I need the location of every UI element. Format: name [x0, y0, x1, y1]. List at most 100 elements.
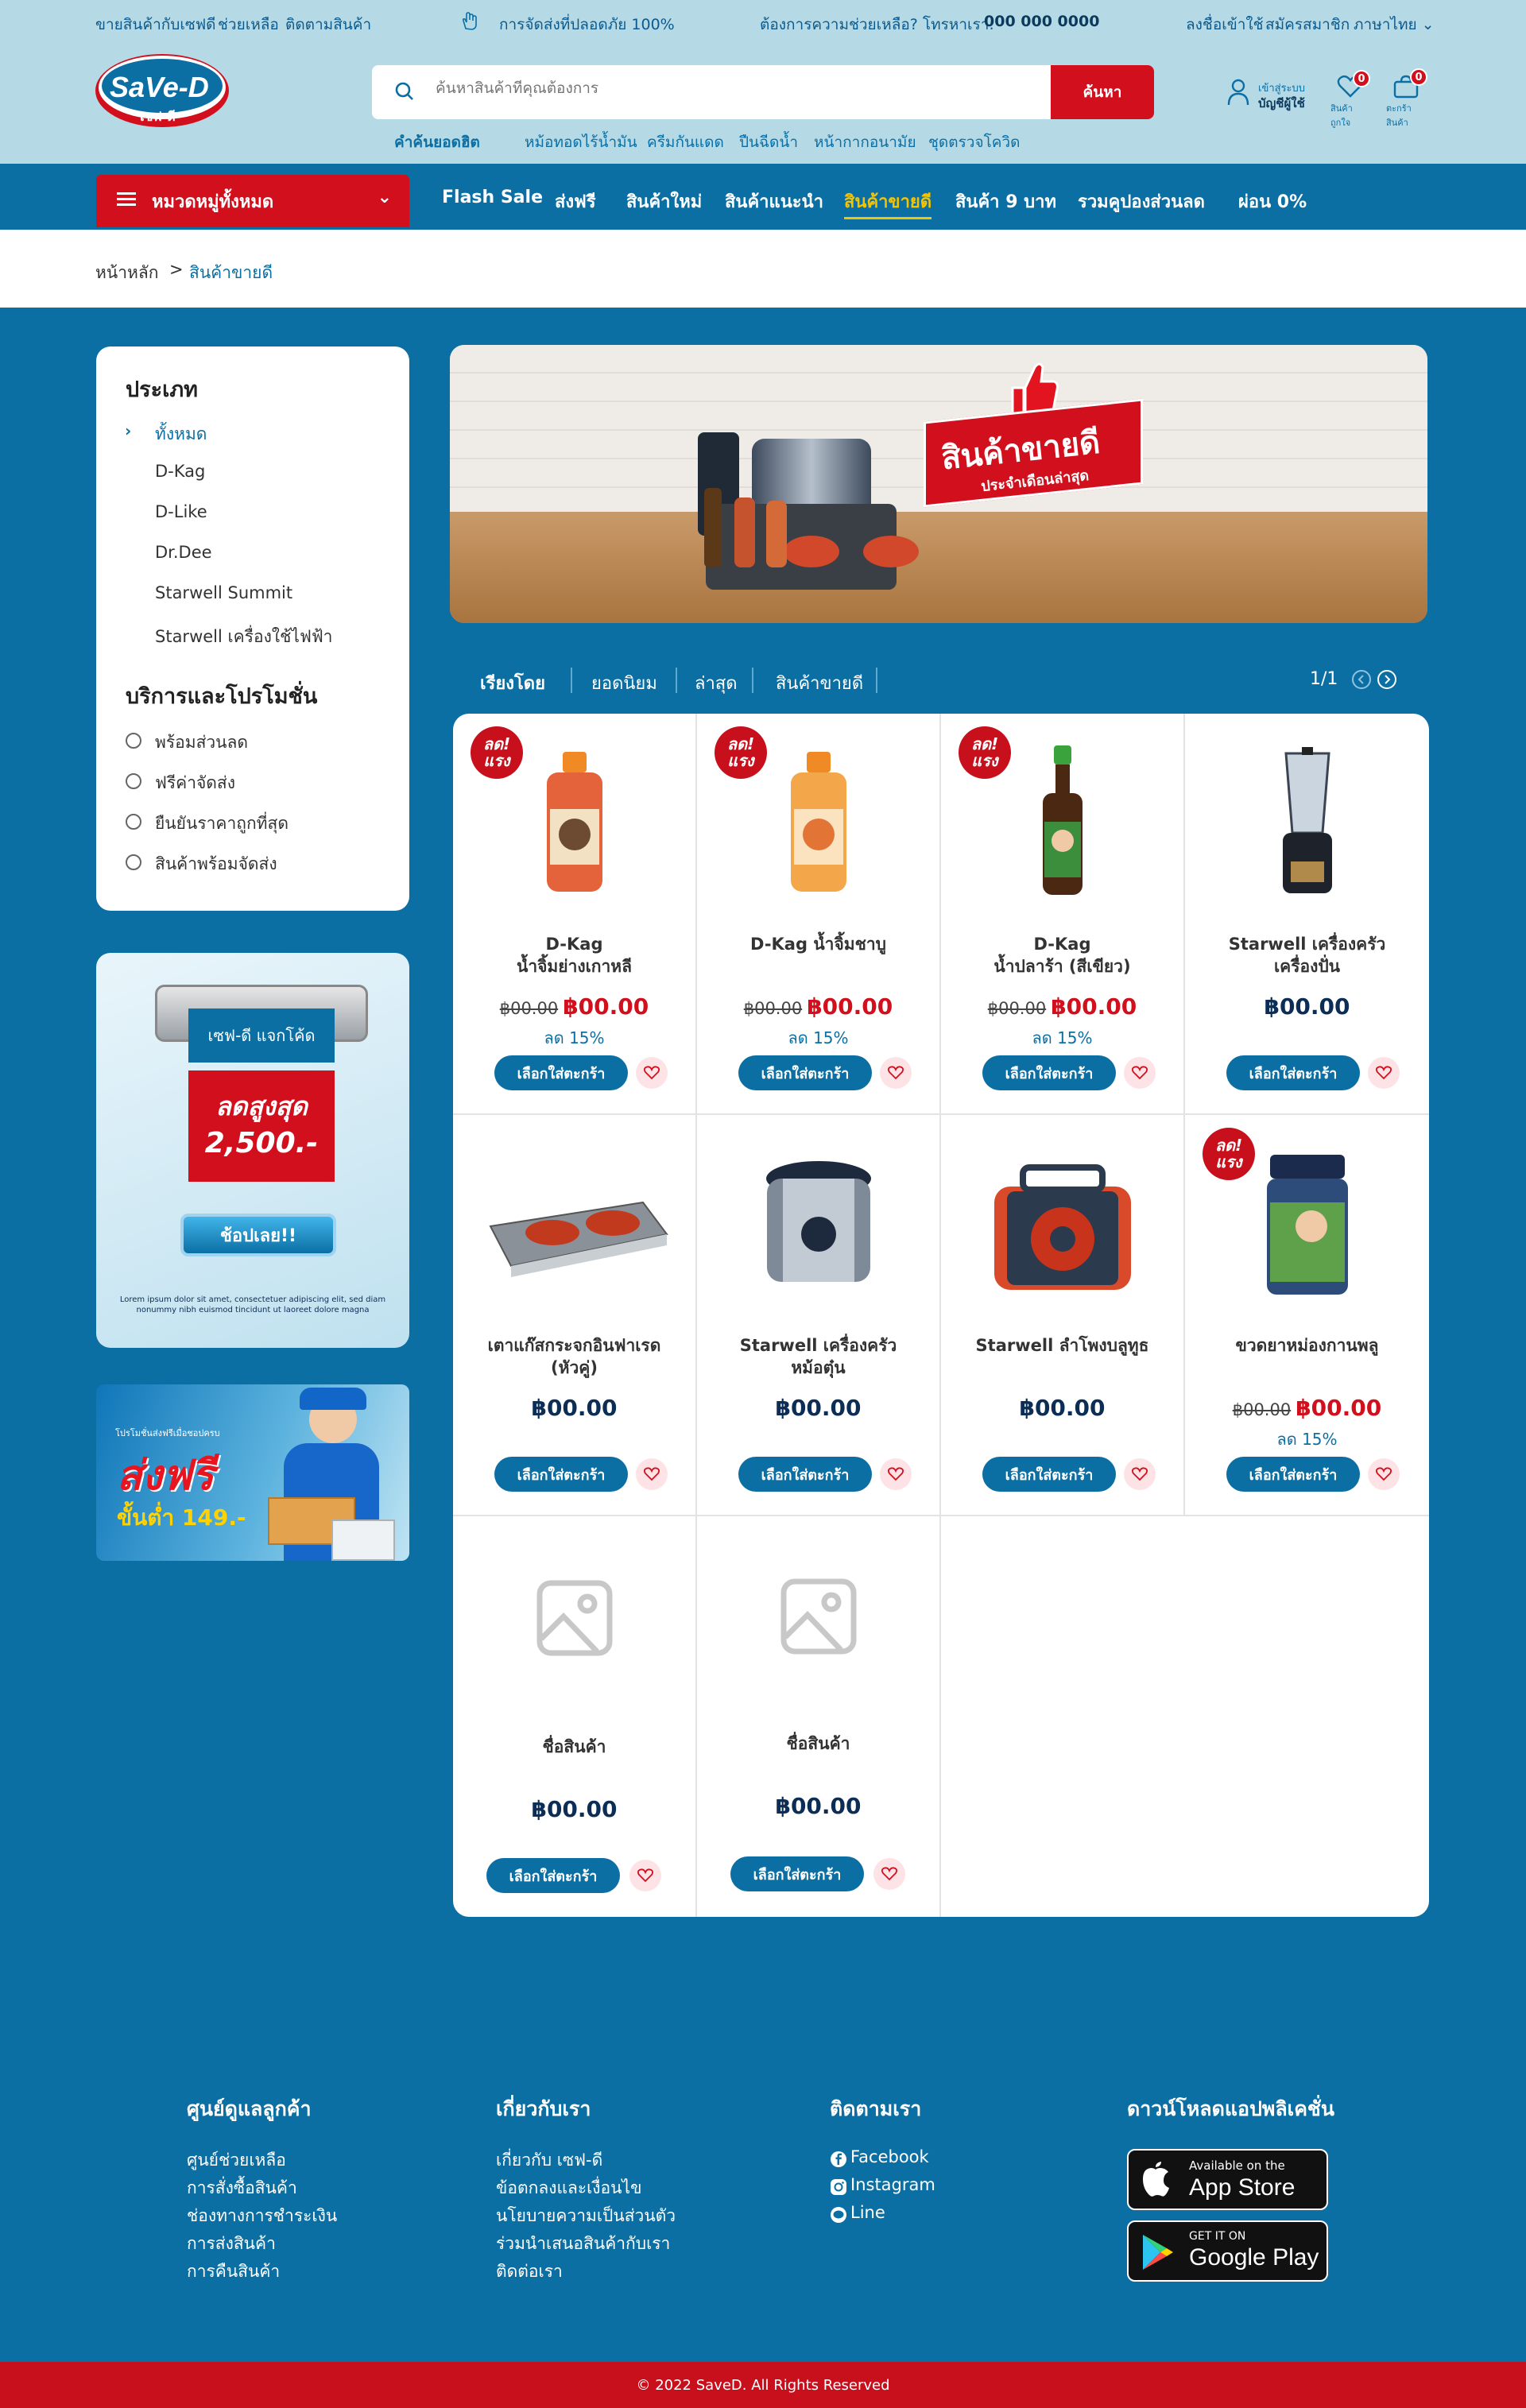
sort-bestseller[interactable]: สินค้าขายดี [776, 669, 863, 697]
heart-icon[interactable] [1124, 1057, 1156, 1089]
type-item[interactable]: Dr.Dee [155, 543, 212, 562]
radio-lowest-price[interactable] [126, 814, 141, 830]
facebook-link[interactable]: Facebook [850, 2147, 929, 2166]
product-card[interactable]: ลด! แรง D-Kag น้ำจิ้มย่างเกาหลี ฿00.00 ฿00… [453, 714, 697, 1115]
logo[interactable]: SaVe-D เซฟ-ดี [94, 49, 230, 129]
footer-link[interactable]: ข้อตกลงและเงื่อนไข [496, 2175, 641, 2201]
track-link[interactable]: ติดตามสินค้า [285, 13, 371, 37]
google-play-button[interactable]: GET IT ON Google Play [1127, 2220, 1328, 2282]
footer-link[interactable]: ช่องทางการชำระเงิน [187, 2203, 337, 2229]
sell-link[interactable]: ขายสินค้ากับเซฟดี [95, 13, 216, 37]
coupon-shop-button[interactable]: ช้อปเลย!! [180, 1214, 336, 1256]
search-input[interactable] [436, 79, 992, 97]
nav-flash-sale[interactable]: Flash Sale [442, 188, 543, 207]
product-card[interactable]: ลด! แรง D-Kag น้ำปลาร้า (สีเขียว) ฿00.00 ฿… [941, 714, 1185, 1115]
add-to-cart-button[interactable]: เลือกใส่ตะกร้า [982, 1055, 1116, 1090]
nav-9baht[interactable]: สินค้า 9 บาท [955, 188, 1056, 215]
footer-link[interactable]: เกี่ยวกับ เซฟ-ดี [496, 2147, 602, 2174]
category-dropdown[interactable]: หมวดหมู่ทั้งหมด ⌄ [96, 175, 409, 227]
heart-icon[interactable] [1368, 1458, 1400, 1490]
next-page-icon[interactable] [1377, 669, 1397, 693]
footer-link[interactable]: นโยบายความเป็นส่วนตัว [496, 2203, 676, 2229]
type-item[interactable]: Starwell เครื่องใช้ไฟฟ้า [155, 624, 332, 650]
promo-item[interactable]: ฟรีค่าจัดส่ง [155, 770, 235, 796]
footer-link[interactable]: การส่งสินค้า [187, 2231, 276, 2257]
hero-banner[interactable]: สินค้าขายดี ประจำเดือนล่าสุด [450, 345, 1427, 623]
help-link[interactable]: ช่วยเหลือ [218, 13, 279, 37]
product-card[interactable]: ลด! แรง D-Kag น้ำจิ้มชาบู ฿00.00 ฿00.00 ล… [697, 714, 941, 1115]
type-item-all[interactable]: ทั้งหมด [155, 421, 207, 447]
breadcrumb-home[interactable]: หน้าหลัก [95, 260, 158, 286]
hot-search-item[interactable]: ปืนฉีดน้ำ [739, 130, 798, 154]
nav-recommended[interactable]: สินค้าแนะนำ [725, 188, 823, 215]
product-card[interactable]: Starwell เครื่องครัว หม้อตุ๋น ฿00.00 เลือ… [697, 1115, 941, 1516]
hot-search-item[interactable]: ชุดตรวจโควิด [928, 130, 1021, 154]
add-to-cart-button[interactable]: เลือกใส่ตะกร้า [982, 1457, 1116, 1492]
nav-coupons[interactable]: รวมคูปองส่วนลด [1078, 188, 1205, 215]
search-button[interactable]: ค้นหา [1051, 65, 1154, 119]
hot-search-item[interactable]: ครีมกันแดด [647, 130, 724, 154]
login-link[interactable]: ลงชื่อเข้าใช้ [1186, 13, 1264, 37]
nav-new[interactable]: สินค้าใหม่ [626, 188, 702, 215]
add-to-cart-button[interactable]: เลือกใส่ตะกร้า [494, 1457, 628, 1492]
add-to-cart-button[interactable]: เลือกใส่ตะกร้า [1226, 1055, 1360, 1090]
add-to-cart-button[interactable]: เลือกใส่ตะกร้า [730, 1856, 864, 1891]
wishlist-button[interactable]: สินค้าถูกใจ 0 [1330, 70, 1370, 128]
type-item[interactable]: D-Like [155, 502, 207, 521]
heart-icon[interactable] [880, 1458, 912, 1490]
add-to-cart-button[interactable]: เลือกใส่ตะกร้า [486, 1858, 620, 1893]
sort-popular[interactable]: ยอดนิยม [591, 669, 657, 697]
heart-icon[interactable] [636, 1458, 668, 1490]
language-select[interactable]: ภาษาไทย ⌄ [1354, 13, 1435, 37]
google-play-icon [1140, 2233, 1175, 2274]
coupon-banner[interactable]: เซฟ-ดี แจกโค้ด ลดสูงสุด 2,500.- ช้อปเลย!… [96, 953, 409, 1348]
footer-link[interactable]: ศูนย์ช่วยเหลือ [187, 2147, 286, 2174]
footer-link[interactable]: การสั่งซื้อสินค้า [187, 2175, 297, 2201]
nav-free-shipping[interactable]: ส่งฟรี [555, 188, 596, 215]
product-card[interactable]: ชื่อสินค้า ฿00.00 เลือกใส่ตะกร้า [453, 1516, 697, 1917]
hot-search-item[interactable]: หม้อทอดไร้น้ำมัน [525, 130, 637, 154]
add-to-cart-button[interactable]: เลือกใส่ตะกร้า [738, 1055, 872, 1090]
image-placeholder-icon [780, 1578, 857, 1658]
hot-search-item[interactable]: หน้ากากอนามัย [814, 130, 916, 154]
footer-link[interactable]: การคืนสินค้า [187, 2259, 280, 2285]
product-card[interactable]: ลด! แรง ขวดยาหม่องกานพลู ฿00.00 ฿00.00 ลด… [1185, 1115, 1429, 1516]
phone-number[interactable]: 000 000 0000 [984, 13, 1099, 30]
prev-page-icon[interactable] [1351, 669, 1372, 693]
product-card[interactable]: เตาแก๊สกระจกอินฟาเรด (หัวคู่) ฿00.00 เลือ… [453, 1115, 697, 1516]
product-card[interactable]: ชื่อสินค้า ฿00.00 เลือกใส่ตะกร้า [697, 1516, 941, 1917]
heart-icon[interactable] [1368, 1057, 1400, 1089]
instagram-link[interactable]: Instagram [850, 2175, 935, 2194]
heart-icon[interactable] [873, 1858, 905, 1890]
sale-price: ฿00.00 [807, 993, 893, 1020]
type-item[interactable]: Starwell Summit [155, 583, 292, 602]
footer-link[interactable]: ร่วมนำเสนอสินค้ากับเรา [496, 2231, 670, 2257]
radio-discount[interactable] [126, 733, 141, 749]
footer-link[interactable]: ติดต่อเรา [496, 2259, 563, 2285]
radio-free-shipping[interactable] [126, 773, 141, 789]
radio-ready-stock[interactable] [126, 854, 141, 870]
add-to-cart-button[interactable]: เลือกใส่ตะกร้า [738, 1457, 872, 1492]
free-big-text: ส่งฟรี [117, 1452, 214, 1500]
promo-item[interactable]: พร้อมส่วนลด [155, 730, 248, 756]
line-link[interactable]: Line [850, 2203, 885, 2222]
type-item[interactable]: D-Kag [155, 462, 205, 481]
heart-icon[interactable] [1124, 1458, 1156, 1490]
heart-icon[interactable] [629, 1860, 661, 1891]
heart-icon[interactable] [636, 1057, 668, 1089]
add-to-cart-button[interactable]: เลือกใส่ตะกร้า [1226, 1457, 1360, 1492]
sort-latest[interactable]: ล่าสุด [695, 669, 738, 697]
play-big-text: Google Play [1189, 2244, 1319, 2271]
promo-item[interactable]: ยืนยันราคาถูกที่สุด [155, 811, 289, 837]
free-shipping-banner[interactable]: โปรโมชั่นส่งฟรีเมื่อชอปครบ ส่งฟรี ขั้นต่… [96, 1384, 409, 1561]
promo-item[interactable]: สินค้าพร้อมจัดส่ง [155, 851, 277, 877]
product-card[interactable]: Starwell เครื่องครัว เครื่องปั่น ฿00.00 เ… [1185, 714, 1429, 1115]
heart-icon[interactable] [880, 1057, 912, 1089]
product-card[interactable]: Starwell ลำโพงบลูทูธ ฿00.00 เลือกใส่ตะกร… [941, 1115, 1185, 1516]
register-link[interactable]: สมัครสมาชิก [1265, 13, 1350, 37]
nav-bestseller[interactable]: สินค้าขายดี [844, 188, 932, 219]
nav-installment[interactable]: ผ่อน 0% [1238, 188, 1307, 215]
cart-button[interactable]: ตะกร้าสินค้า 0 [1386, 68, 1427, 128]
add-to-cart-button[interactable]: เลือกใส่ตะกร้า [494, 1055, 628, 1090]
app-store-button[interactable]: Available on the App Store [1127, 2149, 1328, 2210]
